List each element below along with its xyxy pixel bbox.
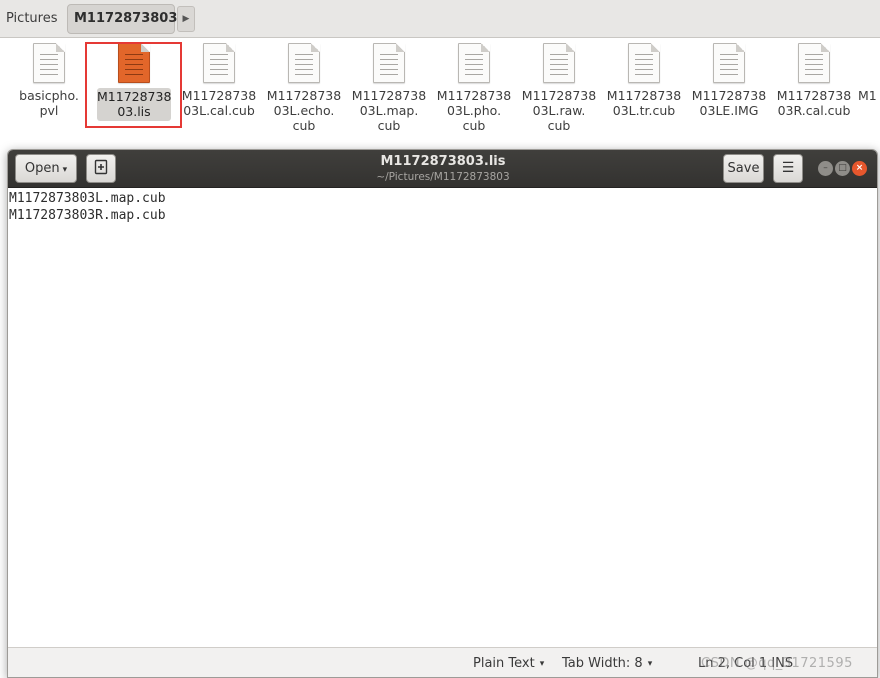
new-document-icon bbox=[94, 159, 108, 175]
text-file-icon bbox=[118, 43, 150, 83]
text-line: M1172873803L.map.cub bbox=[9, 191, 166, 206]
text-file-icon bbox=[798, 43, 830, 83]
text-file-icon bbox=[713, 43, 745, 83]
file-name: M11728738 03L.pho. cub bbox=[436, 88, 512, 133]
language-label: Plain Text bbox=[473, 656, 535, 671]
watermark: CSDN @qq_31721595 bbox=[701, 656, 853, 671]
open-button-label: Open bbox=[24, 161, 60, 176]
file-name: basicpho. pvl bbox=[19, 88, 79, 118]
status-bar: Plain Text ▾ Tab Width: 8 ▾ Ln 2, Col 1 IN… bbox=[8, 647, 877, 677]
text-editor-window: Open ▾ M1172873803.lis ~/Pictures/M117287… bbox=[7, 149, 878, 678]
forward-arrow-icon[interactable]: ▶ bbox=[177, 6, 195, 32]
text-file-icon bbox=[33, 43, 65, 83]
minimize-icon[interactable]: – bbox=[818, 161, 833, 176]
file-item-partial[interactable]: M1 bbox=[858, 38, 880, 103]
text-file-icon bbox=[373, 43, 405, 83]
text-editing-area[interactable]: M1172873803L.map.cub M1172873803R.map.cu… bbox=[8, 188, 877, 647]
hamburger-menu-icon[interactable]: ☰ bbox=[773, 154, 803, 183]
text-file-icon bbox=[458, 43, 490, 83]
file-item-03l-pho-cub[interactable]: M11728738 03L.pho. cub bbox=[433, 38, 515, 133]
file-name: M11728738 03.lis bbox=[97, 88, 172, 121]
file-item-03l-map-cub[interactable]: M11728738 03L.map. cub bbox=[348, 38, 430, 133]
file-item-03l-echo-cub[interactable]: M11728738 03L.echo. cub bbox=[263, 38, 345, 133]
text-file-icon bbox=[203, 43, 235, 83]
file-name: M11728738 03L.echo. cub bbox=[266, 88, 342, 133]
file-name: M11728738 03LE.IMG bbox=[691, 88, 767, 118]
close-icon[interactable]: × bbox=[852, 161, 867, 176]
file-name: M11728738 03L.raw. cub bbox=[521, 88, 597, 133]
file-item-m1172873803-lis[interactable]: M11728738 03.lis bbox=[93, 38, 175, 121]
file-item-03l-raw-cub[interactable]: M11728738 03L.raw. cub bbox=[518, 38, 600, 133]
file-item-basicpho[interactable]: basicpho. pvl bbox=[8, 38, 90, 118]
file-item-03r-cal-cub[interactable]: M11728738 03R.cal.cub bbox=[773, 38, 855, 118]
document-path: ~/Pictures/M1172873803 bbox=[376, 171, 510, 183]
title-block: M1172873803.lis ~/Pictures/M1172873803 bbox=[278, 154, 608, 184]
maximize-icon[interactable]: □ bbox=[835, 161, 850, 176]
text-file-icon bbox=[543, 43, 575, 83]
tab-width-selector[interactable]: Tab Width: 8 ▾ bbox=[562, 656, 652, 672]
file-item-03le-img[interactable]: M11728738 03LE.IMG bbox=[688, 38, 770, 118]
breadcrumb-current-folder[interactable]: M1172873803 bbox=[67, 4, 177, 34]
tab-width-label: Tab Width: 8 bbox=[562, 656, 643, 671]
open-button[interactable]: Open ▾ bbox=[15, 154, 77, 183]
save-button[interactable]: Save bbox=[723, 154, 764, 183]
file-name: M11728738 03L.cal.cub bbox=[181, 88, 257, 118]
document-title: M1172873803.lis bbox=[380, 154, 506, 169]
language-selector[interactable]: Plain Text ▾ bbox=[473, 656, 544, 672]
file-item-03l-cal-cub[interactable]: M11728738 03L.cal.cub bbox=[178, 38, 260, 118]
chevron-down-icon: ▾ bbox=[539, 659, 545, 669]
path-bar: Pictures M1172873803 ▶ bbox=[0, 0, 880, 38]
file-name: M11728738 03L.tr.cub bbox=[606, 88, 682, 118]
chevron-down-icon: ▾ bbox=[647, 659, 653, 669]
text-file-icon bbox=[628, 43, 660, 83]
file-item-03l-tr-cub[interactable]: M11728738 03L.tr.cub bbox=[603, 38, 685, 118]
text-line: M1172873803R.map.cub bbox=[9, 208, 166, 223]
file-name: M11728738 03R.cal.cub bbox=[776, 88, 852, 118]
breadcrumb-pictures[interactable]: Pictures bbox=[0, 4, 64, 34]
file-name: M1 bbox=[858, 88, 877, 103]
new-document-button[interactable] bbox=[86, 154, 116, 183]
text-file-icon bbox=[288, 43, 320, 83]
editor-header-bar: Open ▾ M1172873803.lis ~/Pictures/M117287… bbox=[8, 150, 877, 188]
chevron-down-icon: ▾ bbox=[62, 165, 68, 175]
file-name: M11728738 03L.map. cub bbox=[351, 88, 427, 133]
